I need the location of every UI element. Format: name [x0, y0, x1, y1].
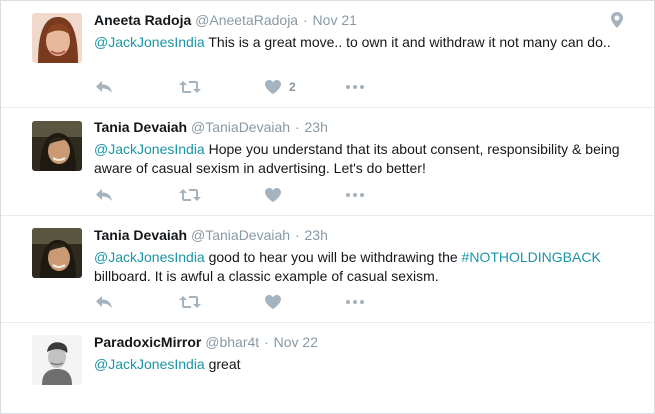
heart-icon [265, 188, 281, 202]
like-button[interactable] [265, 292, 289, 312]
reply-button[interactable] [95, 292, 113, 312]
like-count: 2 [289, 80, 296, 94]
tweet[interactable]: ParadoxicMirror @bhar4t · Nov 22 @JackJo… [1, 323, 654, 413]
more-icon [346, 193, 364, 197]
mention-link[interactable]: @JackJonesIndia [94, 249, 205, 265]
mention-link[interactable]: @JackJonesIndia [94, 356, 205, 372]
mention-link[interactable]: @JackJonesIndia [94, 34, 205, 50]
tweet-header: Tania Devaiah @TaniaDevaiah · 23h [94, 119, 328, 135]
tweet-actions [95, 292, 395, 312]
tweet-body: This is a great move.. to own it and wit… [204, 34, 611, 50]
more-icon [346, 300, 364, 304]
more-options-button[interactable] [346, 77, 364, 97]
avatar[interactable] [32, 228, 82, 278]
display-name[interactable]: Tania Devaiah [94, 227, 187, 243]
retweet-icon [179, 189, 201, 201]
avatar[interactable] [32, 335, 82, 385]
more-options-button[interactable] [346, 185, 364, 205]
reply-button[interactable] [95, 77, 113, 97]
display-name[interactable]: Aneeta Radoja [94, 12, 191, 28]
heart-icon [265, 295, 281, 309]
tweet-text: @JackJonesIndia Hope you understand that… [94, 140, 634, 178]
separator: · [294, 119, 300, 135]
like-button[interactable]: 2 [265, 77, 296, 97]
avatar[interactable] [32, 121, 82, 171]
retweet-button[interactable] [179, 185, 201, 205]
avatar[interactable] [32, 13, 82, 63]
reply-icon [96, 81, 112, 93]
tweet-header: Tania Devaiah @TaniaDevaiah · 23h [94, 227, 328, 243]
retweet-icon [179, 296, 201, 308]
timestamp[interactable]: Nov 22 [274, 334, 318, 350]
display-name[interactable]: ParadoxicMirror [94, 334, 201, 350]
reply-icon [96, 189, 112, 201]
timestamp[interactable]: 23h [305, 119, 328, 135]
tweet-text: @JackJonesIndia This is a great move.. t… [94, 33, 634, 52]
user-handle[interactable]: @TaniaDevaiah [191, 119, 290, 135]
tweet-replies-panel: Aneeta Radoja @AneetaRadoja · Nov 21 @Ja… [0, 0, 655, 414]
more-options-button[interactable] [346, 292, 364, 312]
user-handle[interactable]: @AneetaRadoja [195, 12, 298, 28]
reply-icon [96, 296, 112, 308]
more-icon [346, 85, 364, 89]
retweet-icon [179, 81, 201, 93]
like-button[interactable] [265, 185, 289, 205]
tweet[interactable]: Aneeta Radoja @AneetaRadoja · Nov 21 @Ja… [1, 1, 654, 108]
reply-button[interactable] [95, 185, 113, 205]
separator: · [302, 12, 308, 28]
tweet-header: Aneeta Radoja @AneetaRadoja · Nov 21 [94, 12, 357, 28]
separator: · [294, 227, 300, 243]
timestamp[interactable]: Nov 21 [313, 12, 357, 28]
tweet-actions [95, 185, 395, 205]
separator: · [264, 334, 269, 350]
tweet-body: good to hear you will be withdrawing the [204, 249, 462, 265]
user-handle[interactable]: @TaniaDevaiah [191, 227, 290, 243]
tweet-text: @JackJonesIndia great [94, 355, 634, 374]
tweet-body-continued: billboard. It is awful a classic example… [94, 268, 439, 284]
mention-link[interactable]: @JackJonesIndia [94, 141, 205, 157]
hashtag-link[interactable]: #NOTHOLDINGBACK [462, 249, 601, 265]
retweet-button[interactable] [179, 77, 201, 97]
tweet[interactable]: Tania Devaiah @TaniaDevaiah · 23h @JackJ… [1, 216, 654, 323]
display-name[interactable]: Tania Devaiah [94, 119, 187, 135]
location-pin-icon[interactable] [611, 12, 623, 28]
tweet-text: @JackJonesIndia good to hear you will be… [94, 248, 634, 286]
tweet-actions: 2 [95, 77, 395, 97]
tweet-body: great [204, 356, 241, 372]
retweet-button[interactable] [179, 292, 201, 312]
tweet[interactable]: Tania Devaiah @TaniaDevaiah · 23h @JackJ… [1, 108, 654, 216]
heart-icon [265, 80, 281, 94]
tweet-header: ParadoxicMirror @bhar4t · Nov 22 [94, 334, 318, 350]
user-handle[interactable]: @bhar4t [205, 334, 259, 350]
timestamp[interactable]: 23h [305, 227, 328, 243]
